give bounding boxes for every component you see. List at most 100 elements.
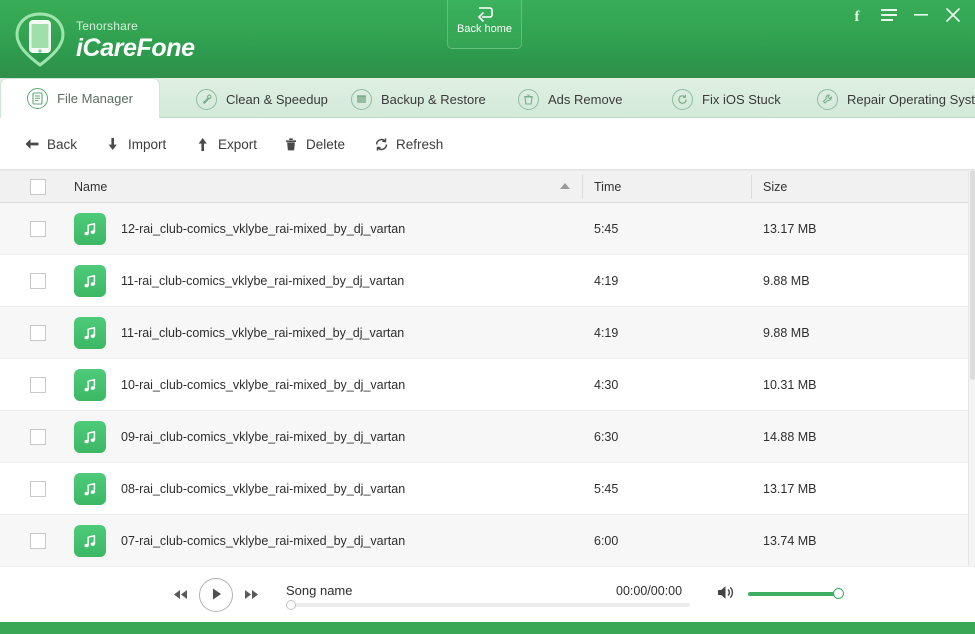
row-checkbox[interactable] — [30, 221, 46, 237]
tab-repair-operating-system-label: Repair Operating System — [847, 91, 975, 107]
file-size-cell: 9.88 MB — [763, 274, 810, 288]
tab-ads-remove-label: Ads Remove — [548, 91, 623, 107]
tab-backup-restore[interactable]: Backup & Restore — [337, 80, 500, 118]
file-name-cell: 09-rai_club-comics_vklybe_rai-mixed_by_d… — [121, 430, 406, 444]
music-file-icon — [74, 317, 106, 349]
row-checkbox[interactable] — [30, 377, 46, 393]
table-row[interactable]: 11-rai_club-comics_vklybe_rai-mixed_by_d… — [0, 255, 968, 307]
facebook-button[interactable]: f — [841, 4, 873, 30]
play-button[interactable] — [199, 578, 233, 612]
column-header-name-label: Name — [74, 180, 108, 194]
row-checkbox[interactable] — [30, 325, 46, 341]
icarefone-window: Tenorshare iCareFone Back home f File Ma… — [0, 0, 975, 634]
back-button[interactable]: Back — [14, 129, 87, 159]
music-file-icon — [74, 421, 106, 453]
file-size-cell: 10.31 MB — [763, 378, 817, 392]
progress-knob[interactable] — [286, 600, 296, 610]
import-button-label: Import — [128, 136, 167, 152]
main-tabbar: File Manager Clean & Speedup Backup & Re… — [0, 78, 975, 118]
hamburger-menu-icon — [881, 8, 897, 26]
file-name-cell: 10-rai_club-comics_vklybe_rai-mixed_by_d… — [121, 378, 406, 392]
music-file-icon — [74, 369, 106, 401]
file-name-cell: 12-rai_club-comics_vklybe_rai-mixed_by_d… — [121, 222, 406, 236]
table-header: Name Time Size — [0, 170, 968, 203]
close-button[interactable] — [937, 4, 969, 30]
file-time-cell: 6:00 — [594, 534, 619, 548]
file-time-cell: 6:30 — [594, 430, 619, 444]
table-row[interactable]: 12-rai_club-comics_vklybe_rai-mixed_by_d… — [0, 203, 968, 255]
import-button[interactable]: Import — [95, 129, 176, 159]
refresh-button[interactable]: Refresh — [363, 129, 453, 159]
table-row[interactable]: 10-rai_club-comics_vklybe_rai-mixed_by_d… — [0, 359, 968, 411]
file-manager-icon — [27, 88, 49, 109]
tab-clean-speedup-label: Clean & Speedup — [226, 91, 328, 107]
phone-pin-logo-icon — [12, 10, 68, 68]
refresh-button-label: Refresh — [396, 136, 444, 152]
column-header-time[interactable]: Time — [594, 171, 621, 203]
row-checkbox[interactable] — [30, 481, 46, 497]
tab-fix-ios-stuck[interactable]: Fix iOS Stuck — [658, 80, 795, 118]
ads-remove-icon — [518, 88, 539, 110]
vertical-scrollbar[interactable] — [968, 170, 975, 566]
clean-speedup-icon — [196, 88, 217, 110]
export-icon — [195, 136, 211, 152]
next-track-button[interactable] — [242, 588, 260, 605]
file-name-cell: 11-rai_club-comics_vklybe_rai-mixed_by_d… — [121, 326, 405, 340]
back-home-button[interactable]: Back home — [447, 0, 522, 49]
table-row[interactable]: 11-rai_club-comics_vklybe_rai-mixed_by_d… — [0, 307, 968, 359]
tab-clean-speedup[interactable]: Clean & Speedup — [182, 80, 342, 118]
select-all-checkbox[interactable] — [30, 179, 46, 195]
import-icon — [105, 136, 121, 152]
table-row[interactable]: 08-rai_club-comics_vklybe_rai-mixed_by_d… — [0, 463, 968, 515]
brand-title: iCareFone — [76, 33, 195, 62]
minimize-icon — [914, 8, 928, 26]
file-time-cell: 4:19 — [594, 274, 619, 288]
sort-ascending-icon[interactable] — [560, 183, 570, 189]
music-file-icon — [74, 265, 106, 297]
column-header-name[interactable]: Name — [74, 171, 107, 203]
tab-file-manager[interactable]: File Manager — [0, 78, 160, 118]
previous-track-button[interactable] — [172, 588, 190, 605]
music-file-icon — [74, 473, 106, 505]
file-list[interactable]: 12-rai_club-comics_vklybe_rai-mixed_by_d… — [0, 203, 968, 566]
playback-timecode: 00:00/00:00 — [616, 584, 683, 598]
action-toolbar: Back Import Export Delete Refresh — [0, 119, 975, 170]
menu-button[interactable] — [873, 4, 905, 30]
delete-button[interactable]: Delete — [273, 129, 355, 159]
file-size-cell: 13.74 MB — [763, 534, 817, 548]
file-time-cell: 4:30 — [594, 378, 619, 392]
fix-ios-stuck-icon — [672, 88, 693, 110]
file-time-cell: 5:45 — [594, 222, 619, 236]
export-button[interactable]: Export — [185, 129, 267, 159]
column-header-time-label: Time — [594, 180, 622, 194]
tab-fix-ios-stuck-label: Fix iOS Stuck — [702, 91, 781, 107]
row-checkbox[interactable] — [30, 429, 46, 445]
scrollbar-thumb[interactable] — [970, 170, 975, 380]
backup-restore-icon — [351, 88, 372, 110]
back-home-label: Back home — [456, 23, 513, 35]
back-arrow-icon — [24, 136, 40, 152]
file-name-cell: 07-rai_club-comics_vklybe_rai-mixed_by_d… — [121, 534, 406, 548]
row-checkbox[interactable] — [30, 273, 46, 289]
file-time-cell: 5:45 — [594, 482, 619, 496]
table-row[interactable]: 09-rai_club-comics_vklybe_rai-mixed_by_d… — [0, 411, 968, 463]
column-divider — [582, 175, 583, 199]
file-name-cell: 11-rai_club-comics_vklybe_rai-mixed_by_d… — [121, 274, 405, 288]
table-row[interactable]: 07-rai_club-comics_vklybe_rai-mixed_by_d… — [0, 515, 968, 566]
volume-slider[interactable] — [748, 588, 844, 599]
volume-icon[interactable] — [716, 584, 736, 606]
tab-ads-remove[interactable]: Ads Remove — [504, 80, 636, 118]
row-checkbox[interactable] — [30, 533, 46, 549]
column-header-size[interactable]: Size — [763, 171, 787, 203]
column-divider — [751, 175, 752, 199]
volume-knob[interactable] — [833, 588, 844, 599]
facebook-icon: f — [854, 8, 860, 25]
tab-repair-operating-system[interactable]: Repair Operating System — [803, 80, 975, 118]
minimize-button[interactable] — [905, 4, 937, 30]
delete-trash-icon — [283, 136, 299, 152]
tab-file-manager-label: File Manager — [57, 91, 133, 106]
repair-os-icon — [817, 88, 838, 110]
playback-progress-slider[interactable] — [286, 600, 690, 610]
file-time-cell: 4:19 — [594, 326, 619, 340]
refresh-icon — [373, 136, 389, 152]
